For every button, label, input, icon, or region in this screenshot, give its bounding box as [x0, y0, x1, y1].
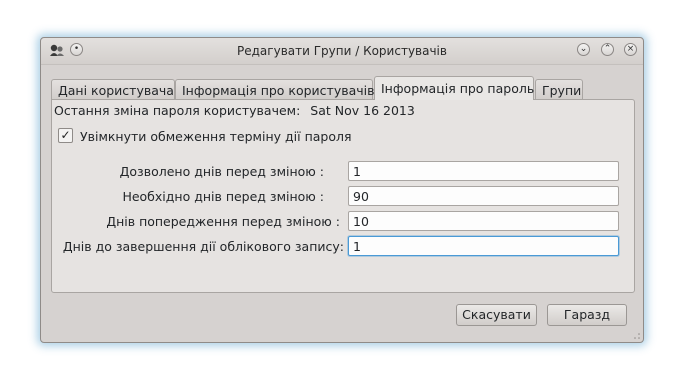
min-days-input[interactable] [348, 161, 619, 181]
account-expire-days-input[interactable] [348, 236, 619, 256]
ok-button[interactable]: Гаразд [547, 304, 627, 326]
max-days-input[interactable] [348, 186, 619, 206]
max-days-label: Необхідно днів перед зміною : [122, 189, 324, 204]
password-info-panel: Остання зміна пароля користувачем: Sat N… [51, 99, 635, 293]
warn-days-input[interactable] [348, 211, 619, 231]
last-change-row: Остання зміна пароля користувачем: Sat N… [54, 103, 415, 118]
maximize-button[interactable]: ⌃ [601, 43, 614, 56]
cancel-button[interactable]: Скасувати [456, 304, 537, 326]
tab-groups[interactable]: Групи [535, 79, 583, 99]
checkmark-icon: ✓ [60, 128, 71, 142]
minimize-button[interactable]: ⌄ [577, 43, 590, 56]
tab-user-info[interactable]: Інформація про користувачів [175, 79, 374, 99]
last-change-value: Sat Nov 16 2013 [310, 103, 415, 118]
tab-password-info[interactable]: Інформація про пароль [374, 76, 534, 100]
title-bar[interactable]: • Редагувати Групи / Користувачів ⌄ ⌃ × [41, 38, 643, 65]
account-expire-days-label: Днів до завершення дії облікового запису… [62, 239, 344, 254]
window-title: Редагувати Групи / Користувачів [237, 44, 447, 58]
tab-user-data[interactable]: Дані користувача [51, 79, 175, 99]
min-days-label: Дозволено днів перед зміною : [119, 164, 324, 179]
warn-days-label: Днів попередження перед зміною : [106, 214, 340, 229]
enable-expiry-checkbox[interactable]: ✓ [58, 128, 73, 143]
enable-expiry-label[interactable]: Увімкнути обмеження терміну дії пароля [80, 129, 352, 144]
last-change-label: Остання зміна пароля користувачем: [54, 103, 301, 118]
close-button[interactable]: × [624, 43, 637, 56]
resize-grip-icon[interactable] [633, 332, 641, 340]
edit-user-dialog: • Редагувати Групи / Користувачів ⌄ ⌃ × … [40, 37, 644, 343]
